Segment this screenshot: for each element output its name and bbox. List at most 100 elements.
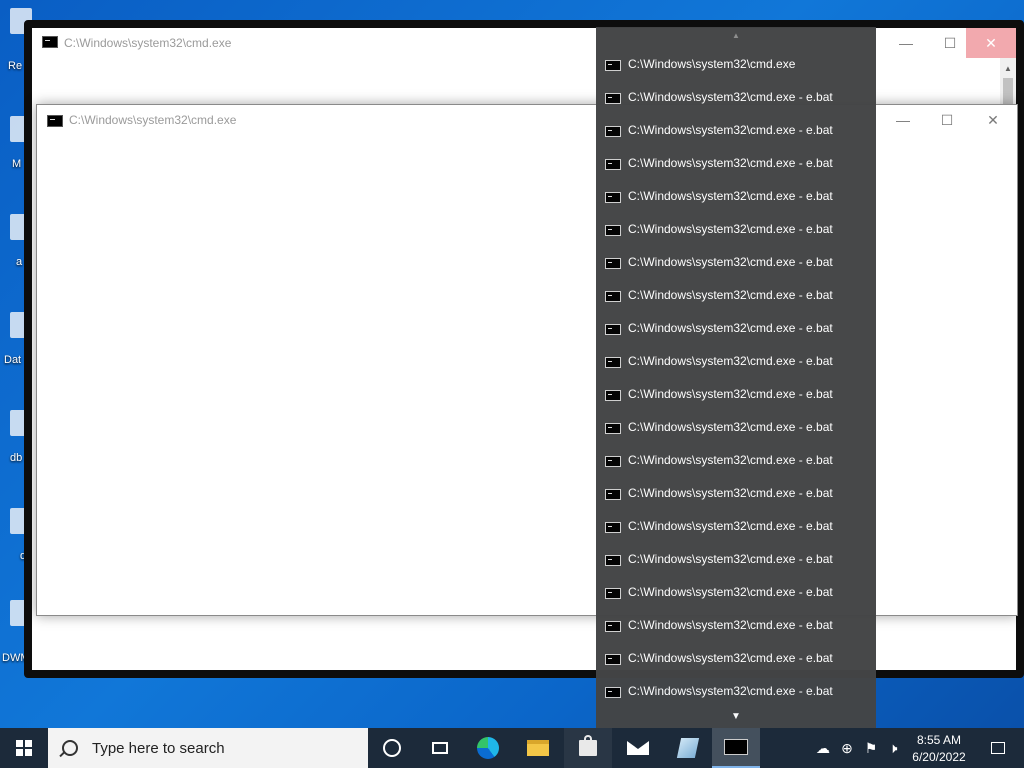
task-view-button[interactable]: [416, 728, 464, 768]
window-list-item-label: C:\Windows\system32\cmd.exe - e.bat: [628, 519, 833, 533]
window-list-item[interactable]: C:\Windows\system32\cmd.exe - e.bat: [596, 575, 876, 608]
window-title: C:\Windows\system32\cmd.exe: [64, 36, 232, 50]
window-list-item-label: C:\Windows\system32\cmd.exe - e.bat: [628, 618, 833, 632]
cmd-icon: [605, 159, 621, 170]
task-view-icon: [432, 742, 448, 754]
notification-icon: [991, 742, 1005, 754]
volume-icon[interactable]: 🕨: [882, 728, 904, 768]
scroll-down-icon[interactable]: ▼: [596, 711, 876, 722]
window-list-item[interactable]: C:\Windows\system32\cmd.exe - e.bat: [596, 674, 876, 707]
cmd-icon: [605, 390, 621, 401]
close-button[interactable]: ✕: [971, 105, 1015, 135]
window-list-item[interactable]: C:\Windows\system32\cmd.exe - e.bat: [596, 146, 876, 179]
clock-date: 6/20/2022: [912, 750, 966, 764]
window-list-item-label: C:\Windows\system32\cmd.exe: [628, 57, 796, 71]
window-list-item[interactable]: C:\Windows\system32\cmd.exe - e.bat: [596, 344, 876, 377]
window-list-item[interactable]: C:\Windows\system32\cmd.exe - e.bat: [596, 212, 876, 245]
store-icon: [579, 735, 597, 756]
cmd-icon: [605, 192, 621, 203]
notepad-icon: [676, 738, 700, 758]
window-list-item-label: C:\Windows\system32\cmd.exe - e.bat: [628, 585, 833, 599]
window-list-item[interactable]: C:\Windows\system32\cmd.exe - e.bat: [596, 641, 876, 674]
cmd-icon: [605, 423, 621, 434]
store-button[interactable]: [564, 728, 612, 768]
cmd-icon: [605, 621, 621, 632]
window-list-item-label: C:\Windows\system32\cmd.exe - e.bat: [628, 420, 833, 434]
window-list-item[interactable]: C:\Windows\system32\cmd.exe - e.bat: [596, 179, 876, 212]
window-list-item-label: C:\Windows\system32\cmd.exe - e.bat: [628, 288, 833, 302]
window-list-item[interactable]: C:\Windows\system32\cmd.exe - e.bat: [596, 245, 876, 278]
desktop-icon-label: Dat: [4, 354, 22, 366]
window-list-item[interactable]: C:\Windows\system32\cmd.exe - e.bat: [596, 443, 876, 476]
cmd-icon: [605, 687, 621, 698]
cmd-icon: [605, 588, 621, 599]
close-button[interactable]: ✕: [966, 28, 1016, 58]
maximize-button[interactable]: ☐: [925, 105, 969, 135]
search-placeholder: Type here to search: [92, 739, 225, 757]
window-list-item[interactable]: C:\Windows\system32\cmd.exe - e.bat: [596, 509, 876, 542]
taskbar-window-list: ▲ C:\Windows\system32\cmd.exe C:\Windows\…: [596, 27, 876, 728]
edge-button[interactable]: [464, 728, 512, 768]
scroll-up-icon[interactable]: ▲: [596, 31, 876, 40]
window-list-item[interactable]: C:\Windows\system32\cmd.exe: [596, 47, 876, 80]
security-icon[interactable]: ⚑: [860, 728, 882, 768]
window-list-item[interactable]: C:\Windows\system32\cmd.exe - e.bat: [596, 113, 876, 146]
cmd-icon: [605, 225, 621, 236]
window-list-item-label: C:\Windows\system32\cmd.exe - e.bat: [628, 453, 833, 467]
window-list-item-label: C:\Windows\system32\cmd.exe - e.bat: [628, 552, 833, 566]
notepad-button[interactable]: [664, 728, 712, 768]
file-explorer-button[interactable]: [514, 728, 562, 768]
window-list-item-label: C:\Windows\system32\cmd.exe - e.bat: [628, 90, 833, 104]
window-list-item-label: C:\Windows\system32\cmd.exe - e.bat: [628, 123, 833, 137]
cmd-icon: [605, 357, 621, 368]
cmd-icon: [47, 115, 63, 127]
taskbar: Type here to search ☁ ⊕ ⚑ 🕨 8:55 AM 6/20…: [0, 728, 1024, 768]
cmd-icon: [605, 126, 621, 137]
cmd-icon: [605, 258, 621, 269]
scroll-up-arrow-icon[interactable]: ▲: [1004, 64, 1012, 73]
cmd-icon: [605, 555, 621, 566]
window-list-item[interactable]: C:\Windows\system32\cmd.exe - e.bat: [596, 476, 876, 509]
windows-logo-icon: [16, 740, 32, 756]
window-list-item-label: C:\Windows\system32\cmd.exe - e.bat: [628, 255, 833, 269]
window-list: C:\Windows\system32\cmd.exe C:\Windows\sy…: [596, 47, 876, 707]
cmd-icon: [605, 456, 621, 467]
window-list-item-label: C:\Windows\system32\cmd.exe - e.bat: [628, 387, 833, 401]
mail-button[interactable]: [614, 728, 662, 768]
start-button[interactable]: [0, 728, 48, 768]
cmd-icon: [605, 291, 621, 302]
window-list-item[interactable]: C:\Windows\system32\cmd.exe - e.bat: [596, 377, 876, 410]
cmd-icon: [605, 93, 621, 104]
window-list-item[interactable]: C:\Windows\system32\cmd.exe - e.bat: [596, 311, 876, 344]
minimize-button[interactable]: —: [881, 105, 925, 135]
window-list-item-label: C:\Windows\system32\cmd.exe - e.bat: [628, 651, 833, 665]
window-list-item[interactable]: C:\Windows\system32\cmd.exe - e.bat: [596, 608, 876, 641]
cmd-taskbar-button[interactable]: [712, 728, 760, 768]
desktop-icon-label: Re: [8, 60, 23, 72]
window-list-item[interactable]: C:\Windows\system32\cmd.exe - e.bat: [596, 278, 876, 311]
desktop-icon-label: a: [16, 256, 23, 268]
notification-center-button[interactable]: [978, 728, 1018, 768]
onedrive-icon[interactable]: ☁: [812, 728, 834, 768]
window-list-item-label: C:\Windows\system32\cmd.exe - e.bat: [628, 354, 833, 368]
search-box[interactable]: Type here to search: [48, 728, 368, 768]
window-list-item[interactable]: C:\Windows\system32\cmd.exe - e.bat: [596, 410, 876, 443]
cmd-icon: [724, 739, 748, 755]
network-icon[interactable]: ⊕: [836, 728, 858, 768]
window-list-item-label: C:\Windows\system32\cmd.exe - e.bat: [628, 321, 833, 335]
cortana-button[interactable]: [368, 728, 416, 768]
mail-icon: [627, 741, 649, 755]
cmd-icon: [605, 654, 621, 665]
desktop-icon-label: db: [10, 452, 23, 464]
window-list-item[interactable]: C:\Windows\system32\cmd.exe - e.bat: [596, 542, 876, 575]
window-list-item-label: C:\Windows\system32\cmd.exe - e.bat: [628, 156, 833, 170]
window-list-item[interactable]: C:\Windows\system32\cmd.exe - e.bat: [596, 80, 876, 113]
desktop-icon-label: M: [12, 158, 22, 170]
clock[interactable]: 8:55 AM 6/20/2022: [906, 730, 972, 766]
cmd-icon: [42, 36, 58, 48]
window-list-item-label: C:\Windows\system32\cmd.exe - e.bat: [628, 189, 833, 203]
edge-icon: [477, 737, 499, 759]
minimize-button[interactable]: —: [884, 28, 928, 58]
cmd-icon: [605, 522, 621, 533]
clock-time: 8:55 AM: [916, 733, 962, 747]
